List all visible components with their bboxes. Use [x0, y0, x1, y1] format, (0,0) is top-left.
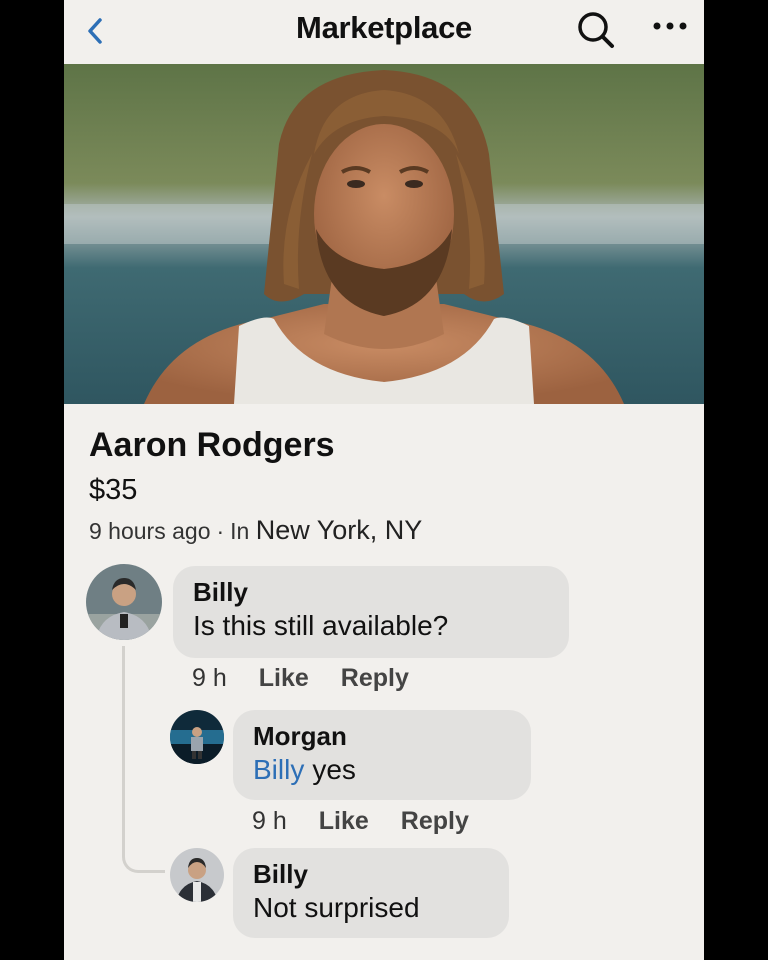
avatar[interactable] [170, 710, 224, 764]
meta-separator: · [216, 518, 225, 544]
search-icon [578, 12, 614, 48]
comment-author[interactable]: Billy [253, 858, 489, 890]
like-button[interactable]: Like [319, 807, 369, 836]
location-prefix: In [230, 518, 250, 544]
avatar-image [170, 710, 224, 764]
avatar[interactable] [170, 848, 224, 902]
comment-text: Billy yes [253, 752, 511, 788]
comment-text-body: yes [312, 754, 356, 785]
listing-photo[interactable] [64, 64, 704, 404]
reply-button[interactable]: Reply [341, 664, 409, 693]
thread-connector [122, 646, 165, 873]
mention-link[interactable]: Billy [253, 754, 304, 785]
search-button[interactable] [574, 8, 618, 52]
listing-meta: 9 hours ago · In New York, NY [89, 515, 422, 546]
more-options-button[interactable] [650, 12, 690, 40]
comment-bubble[interactable]: Billy Is this still available? [173, 566, 569, 658]
comment-author[interactable]: Billy [193, 576, 549, 608]
comment-actions: 9 h Like Reply [252, 807, 469, 836]
comment-text: Not surprised [253, 892, 420, 923]
avatar-image [170, 848, 224, 902]
listing-price: $35 [89, 474, 138, 506]
comment-text: Is this still available? [193, 610, 449, 641]
listing-title: Aaron Rodgers [89, 426, 335, 464]
comment-time: 9 h [192, 664, 227, 692]
reply-button[interactable]: Reply [401, 807, 469, 836]
comment-author[interactable]: Morgan [253, 720, 511, 752]
listing-location[interactable]: New York, NY [256, 515, 423, 545]
avatar-image [86, 564, 162, 640]
avatar[interactable] [86, 564, 162, 640]
comment-actions: 9 h Like Reply [192, 664, 409, 693]
phone-screen: Marketplace Aaron Rodgers $35 9 hours ag… [64, 0, 704, 960]
header-bar: Marketplace [64, 0, 704, 64]
more-horizontal-icon [653, 22, 687, 30]
comment-bubble[interactable]: Billy Not surprised [233, 848, 509, 938]
listing-time: 9 hours ago [89, 518, 211, 544]
like-button[interactable]: Like [259, 664, 309, 693]
comment-time: 9 h [252, 807, 287, 835]
listing-photo-image [64, 64, 704, 404]
comment-bubble[interactable]: Morgan Billy yes [233, 710, 531, 800]
